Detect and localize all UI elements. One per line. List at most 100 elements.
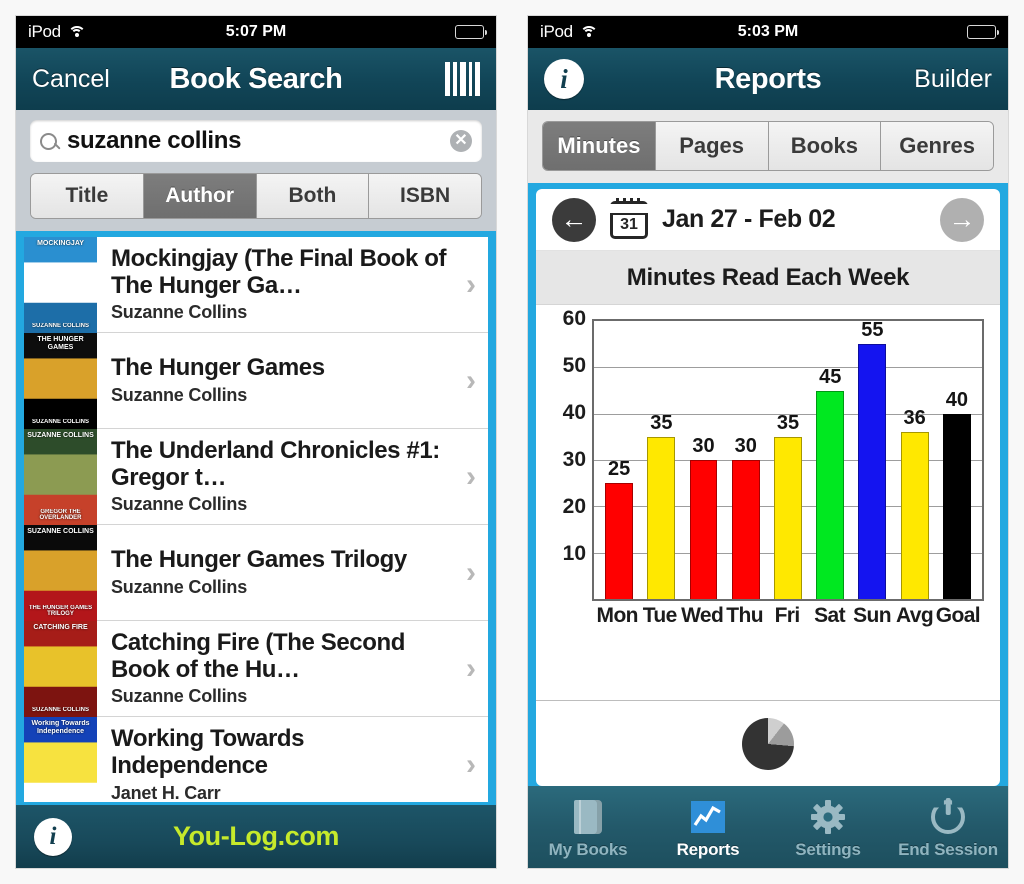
scope-tab-both[interactable]: Both xyxy=(256,174,370,218)
tab-my-books[interactable]: My Books xyxy=(528,786,648,868)
tab-reports[interactable]: Reports xyxy=(648,786,768,868)
bar-column: 55 xyxy=(851,319,893,599)
search-input[interactable]: suzanne collins xyxy=(67,127,450,155)
book-result-row[interactable]: SUZANNE COLLINS GREGOR THE OVERLANDER The … xyxy=(24,429,488,525)
book-author: Janet H. Carr xyxy=(111,782,221,802)
scope-tab-author[interactable]: Author xyxy=(143,174,257,218)
status-bar-clock: 5:07 PM xyxy=(225,23,287,40)
bar-value-label: 30 xyxy=(692,435,715,457)
bar-value-label: 25 xyxy=(607,458,631,481)
calendar-day-label: 31 xyxy=(620,215,638,233)
book-cover-thumbnail: CATCHING FIRE SUZANNE COLLINS xyxy=(24,621,97,717)
book-row-content: Mockingjay (The Final Book of The Hunger… xyxy=(97,237,488,333)
bar-goal xyxy=(942,413,971,599)
week-range-label: Jan 27 - Feb 02 xyxy=(662,205,836,233)
tab-genres[interactable]: Genres xyxy=(881,122,993,170)
tab-bar: My Books Reports Settings End Session xyxy=(528,786,1008,868)
pie-chart-icon[interactable] xyxy=(742,717,794,770)
builder-button[interactable]: Builder xyxy=(914,65,992,94)
book-row-content: The Hunger Games Suzanne Collins › xyxy=(97,333,488,429)
brand-label: You-Log.com xyxy=(172,821,340,851)
info-circle-icon[interactable]: i xyxy=(544,59,584,99)
bar-tue xyxy=(647,436,676,599)
bar-column: 25 xyxy=(598,321,640,599)
bar-column: 30 xyxy=(725,321,767,599)
search-scope-segmented-control[interactable]: Title Author Both ISBN xyxy=(30,173,482,219)
x-axis-tick-label: Tue xyxy=(642,604,678,627)
arrow-right-circle-icon[interactable]: → xyxy=(940,197,984,242)
barcode-scan-icon[interactable] xyxy=(445,62,480,96)
bar-column: 30 xyxy=(682,321,724,599)
book-cover-thumbnail: MOCKINGJAY SUZANNE COLLINS xyxy=(24,237,97,333)
tab-label-reports: Reports xyxy=(676,840,740,859)
report-type-segmented-control[interactable]: Minutes Pages Books Genres xyxy=(542,121,994,171)
tab-minutes[interactable]: Minutes xyxy=(543,122,656,170)
cancel-button[interactable]: Cancel xyxy=(32,65,110,94)
phone-screenshot-reports: iPod 5:03 PM i Reports Builder Minutes P… xyxy=(528,16,1008,868)
book-result-row[interactable]: SUZANNE COLLINS THE HUNGER GAMES TRILOGY T… xyxy=(24,525,488,621)
chevron-right-icon: › xyxy=(466,651,476,685)
y-axis-tick-label: 40 xyxy=(562,401,586,424)
bar-wed xyxy=(689,460,718,599)
book-text-block: Catching Fire (The Second Book of the Hu… xyxy=(111,629,458,708)
navigation-bar: Cancel Book Search xyxy=(16,48,496,110)
chevron-right-icon: › xyxy=(466,459,476,493)
book-text-block: Mockingjay (The Final Book of The Hunger… xyxy=(111,245,458,324)
status-bar: iPod 5:03 PM xyxy=(528,16,1008,48)
x-axis-tick-label: Sun xyxy=(853,604,891,627)
scope-tab-isbn[interactable]: ISBN xyxy=(369,174,481,218)
book-cover-thumbnail: THE HUNGER GAMES SUZANNE COLLINS xyxy=(24,333,97,429)
results-background: MOCKINGJAY SUZANNE COLLINS Mockingjay (The… xyxy=(16,231,496,802)
book-result-row[interactable]: MOCKINGJAY SUZANNE COLLINS Mockingjay (The… xyxy=(24,237,488,333)
book-title: Working Towards Independence xyxy=(111,725,305,779)
y-axis-tick-label: 60 xyxy=(562,307,586,330)
x-axis-tick-label: Wed xyxy=(681,604,724,627)
bar-chart: 10 20 30 40 50 60 25 35 30 30 35 45 55 36 40 Mon Tue We… xyxy=(536,305,1000,700)
y-axis-tick-label: 20 xyxy=(562,495,586,518)
chart-title: Minutes Read Each Week xyxy=(536,251,1000,305)
bar-value-label: 55 xyxy=(861,319,884,342)
bar-value-label: 35 xyxy=(650,411,673,434)
status-bar: iPod 5:07 PM xyxy=(16,16,496,48)
screenshot-page: iPod 5:07 PM Cancel Book Search suzanne … xyxy=(0,0,1024,884)
scope-tab-title[interactable]: Title xyxy=(31,174,144,218)
x-axis: Mon Tue Wed Thu Fri Sat Sun Avg Goal xyxy=(592,601,984,631)
bar-value-label: 35 xyxy=(776,411,800,434)
tab-settings[interactable]: Settings xyxy=(768,786,888,868)
bar-sat xyxy=(816,390,845,599)
tab-end-session[interactable]: End Session xyxy=(888,786,1008,868)
book-text-block: The Hunger Games Trilogy Suzanne Collins xyxy=(111,546,458,598)
book-author: Suzanne Collins xyxy=(111,686,248,707)
arrow-left-circle-icon[interactable]: ← xyxy=(552,197,596,242)
bar-value-label: 36 xyxy=(903,407,926,430)
x-axis-tick-label: Sat xyxy=(814,604,846,627)
calendar-icon: 31 xyxy=(610,197,648,239)
book-result-row[interactable]: THE HUNGER GAMES SUZANNE COLLINS The Hunge… xyxy=(24,333,488,429)
plot-frame: 25 35 30 30 35 45 55 36 40 xyxy=(592,319,984,601)
status-bar-right xyxy=(455,25,487,39)
clear-circle-icon[interactable]: ✕ xyxy=(450,130,472,152)
book-result-row[interactable]: Working Towards Independence Working Towa… xyxy=(24,717,488,802)
chevron-right-icon: › xyxy=(466,267,476,301)
book-text-block: The Hunger Games Suzanne Collins xyxy=(111,354,458,406)
bar-value-label: 40 xyxy=(945,388,968,411)
y-axis-tick-label: 30 xyxy=(562,448,586,471)
chevron-right-icon: › xyxy=(466,363,476,397)
book-result-row[interactable]: CATCHING FIRE SUZANNE COLLINS Catching Fir… xyxy=(24,621,488,717)
x-axis-tick-label: Mon xyxy=(596,604,639,627)
tab-books[interactable]: Books xyxy=(768,122,882,170)
tab-pages[interactable]: Pages xyxy=(655,122,769,170)
book-title: The Underland Chronicles #1: Gregor t… xyxy=(111,436,440,491)
chevron-right-icon: › xyxy=(466,748,476,781)
week-navigator: ← 31 Jan 27 - Feb 02 → xyxy=(536,189,1000,251)
book-row-content: The Hunger Games Trilogy Suzanne Collins › xyxy=(97,525,488,621)
book-row-content: Catching Fire (The Second Book of the Hu… xyxy=(97,621,488,717)
pie-chart-region xyxy=(536,700,1000,786)
bar-column: 36 xyxy=(894,321,936,599)
book-cover-thumbnail: SUZANNE COLLINS GREGOR THE OVERLANDER xyxy=(24,429,97,525)
x-axis-tick-label: Avg xyxy=(895,604,934,627)
book-row-content: Working Towards Independence Janet H. Car… xyxy=(97,717,488,802)
info-circle-icon[interactable]: i xyxy=(34,817,72,856)
search-field[interactable]: suzanne collins ✕ xyxy=(30,120,482,162)
battery-low-icon xyxy=(967,25,999,39)
